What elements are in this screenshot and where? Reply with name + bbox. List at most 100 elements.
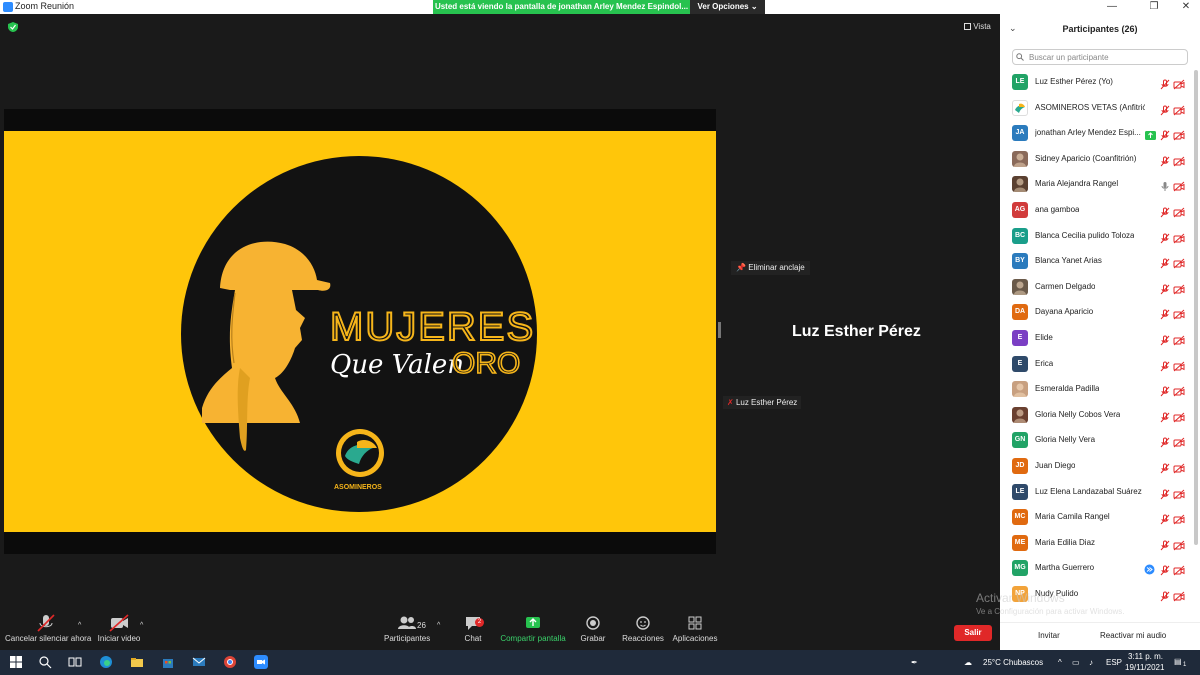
muted-mic-icon[interactable] [1160, 589, 1170, 602]
participant-row[interactable]: MG Martha Guerrero [1000, 556, 1192, 582]
muted-mic-icon[interactable] [1160, 563, 1170, 576]
audio-options-caret-icon[interactable]: ^ [78, 622, 81, 629]
video-options-caret-icon[interactable]: ^ [140, 622, 143, 629]
network-icon[interactable]: ▭ [1072, 658, 1080, 667]
store-icon[interactable] [161, 655, 175, 669]
muted-mic-icon[interactable] [1160, 359, 1170, 371]
share-screen-button[interactable]: Compartir pantalla [500, 612, 566, 643]
chat-button[interactable]: Chat [460, 612, 486, 643]
leave-button[interactable]: Salir [954, 625, 992, 641]
clock-time[interactable]: 3:11 p. m. [1128, 652, 1163, 661]
video-off-icon[interactable] [1173, 359, 1185, 371]
video-off-icon[interactable] [1173, 231, 1185, 243]
split-drag-handle[interactable] [718, 322, 721, 338]
video-off-icon[interactable] [1173, 589, 1185, 602]
muted-mic-icon[interactable] [1160, 128, 1170, 141]
apps-button[interactable]: Aplicaciones [672, 612, 718, 643]
close-button[interactable]: ✕ [1172, 0, 1200, 14]
participant-row[interactable]: BC Blanca Cecilia pulido Toloza [1000, 224, 1192, 250]
video-off-icon[interactable] [1173, 154, 1185, 167]
start-video-button[interactable]: Iniciar video [96, 612, 142, 643]
task-view-icon[interactable] [68, 655, 82, 669]
muted-mic-icon[interactable] [1160, 103, 1170, 115]
participant-row[interactable]: ME Maria Edilia Diaz [1000, 531, 1192, 557]
participant-row[interactable]: JD Juan Diego [1000, 454, 1192, 480]
minimize-button[interactable]: — [1098, 0, 1126, 14]
pen-icon[interactable]: ✒ [911, 658, 918, 667]
shield-icon[interactable] [8, 22, 18, 32]
muted-mic-icon[interactable] [1160, 435, 1170, 448]
participant-row[interactable]: Gloria Nelly Cobos Vera [1000, 403, 1192, 429]
video-off-icon[interactable] [1173, 435, 1185, 448]
video-off-icon[interactable] [1173, 128, 1185, 141]
muted-mic-icon[interactable] [1160, 461, 1170, 474]
file-explorer-icon[interactable] [130, 655, 144, 669]
weather-cloud-icon[interactable]: ☁ [964, 658, 972, 667]
reactions-button[interactable]: Reacciones [622, 612, 664, 643]
participant-row[interactable]: DA Dayana Aparicio [1000, 300, 1192, 326]
participant-row[interactable]: ASOMINEROS VETAS (Anfitrión) [1000, 96, 1192, 122]
muted-mic-icon[interactable] [1160, 333, 1170, 346]
view-button[interactable]: Vista [964, 22, 991, 31]
muted-mic-icon[interactable] [1160, 487, 1170, 499]
muted-mic-icon[interactable] [1160, 307, 1170, 320]
zoom-taskbar-icon[interactable] [254, 655, 268, 669]
edge-browser-icon[interactable] [99, 655, 113, 669]
video-off-icon[interactable] [1173, 333, 1185, 346]
muted-mic-icon[interactable] [1160, 384, 1170, 397]
participant-row[interactable]: E Erica [1000, 352, 1192, 378]
video-off-icon[interactable] [1173, 282, 1185, 295]
input-language[interactable]: ESP [1106, 658, 1122, 667]
participant-search-input[interactable] [1012, 49, 1188, 65]
invite-button[interactable]: Invitar [1038, 631, 1060, 643]
participants-caret-icon[interactable]: ^ [437, 622, 440, 629]
weather-text[interactable]: 25°C Chubascos [983, 658, 1043, 667]
video-off-icon[interactable] [1173, 179, 1185, 192]
video-off-icon[interactable] [1173, 384, 1185, 397]
search-icon[interactable] [38, 655, 52, 669]
participant-row[interactable]: Sidney Aparicio (Coanfitrión) [1000, 147, 1192, 173]
video-off-icon[interactable] [1173, 461, 1185, 474]
volume-icon[interactable]: ♪ [1089, 658, 1093, 667]
tray-caret-icon[interactable]: ^ [1058, 658, 1062, 667]
muted-mic-icon[interactable] [1160, 410, 1170, 423]
participant-row[interactable]: Esmeralda Padilla [1000, 377, 1192, 403]
video-off-icon[interactable] [1173, 77, 1185, 90]
windows-start-icon[interactable] [9, 655, 23, 669]
maximize-button[interactable]: ❐ [1140, 0, 1168, 14]
unpin-button[interactable]: 📌 Eliminar anclaje [731, 261, 810, 275]
video-off-icon[interactable] [1173, 307, 1185, 320]
muted-mic-icon[interactable] [1160, 154, 1170, 167]
video-off-icon[interactable] [1173, 512, 1185, 525]
video-off-icon[interactable] [1173, 205, 1185, 218]
participant-row[interactable]: Maria Alejandra Rangel [1000, 172, 1192, 198]
chrome-icon[interactable] [223, 655, 237, 669]
participant-row[interactable]: Carmen Delgado [1000, 275, 1192, 301]
mic-icon[interactable] [1160, 179, 1170, 192]
video-off-icon[interactable] [1173, 538, 1185, 551]
participant-row[interactable]: MC Maria Camila Rangel [1000, 505, 1192, 531]
unmute-button[interactable]: Cancelar silenciar ahora [5, 612, 91, 643]
participant-row[interactable]: BY Blanca Yanet Arias [1000, 249, 1192, 275]
video-off-icon[interactable] [1173, 410, 1185, 423]
muted-mic-icon[interactable] [1160, 256, 1170, 269]
mail-icon[interactable] [192, 655, 206, 669]
video-off-icon[interactable] [1173, 256, 1185, 269]
muted-mic-icon[interactable] [1160, 231, 1170, 243]
notifications-icon[interactable]: ▤ [1174, 657, 1182, 666]
video-off-icon[interactable] [1173, 487, 1185, 499]
participant-row[interactable]: LE Luz Elena Landazabal Suárez [1000, 480, 1192, 506]
reenable-audio-button[interactable]: Reactivar mi audio [1100, 631, 1166, 643]
participant-row[interactable]: LE Luz Esther Pérez (Yo) [1000, 70, 1192, 96]
muted-mic-icon[interactable] [1160, 512, 1170, 525]
video-off-icon[interactable] [1173, 103, 1185, 115]
participant-row[interactable]: JA jonathan Arley Mendez Espi... [1000, 121, 1192, 147]
record-button[interactable]: Grabar [580, 612, 606, 643]
participant-row[interactable]: GN Gloria Nelly Vera [1000, 428, 1192, 454]
muted-mic-icon[interactable] [1160, 282, 1170, 295]
muted-mic-icon[interactable] [1160, 205, 1170, 218]
video-off-icon[interactable] [1173, 563, 1185, 576]
view-options-button[interactable]: Ver Opciones ⌄ [690, 0, 765, 14]
muted-mic-icon[interactable] [1160, 77, 1170, 90]
clock-date[interactable]: 19/11/2021 [1125, 663, 1164, 672]
